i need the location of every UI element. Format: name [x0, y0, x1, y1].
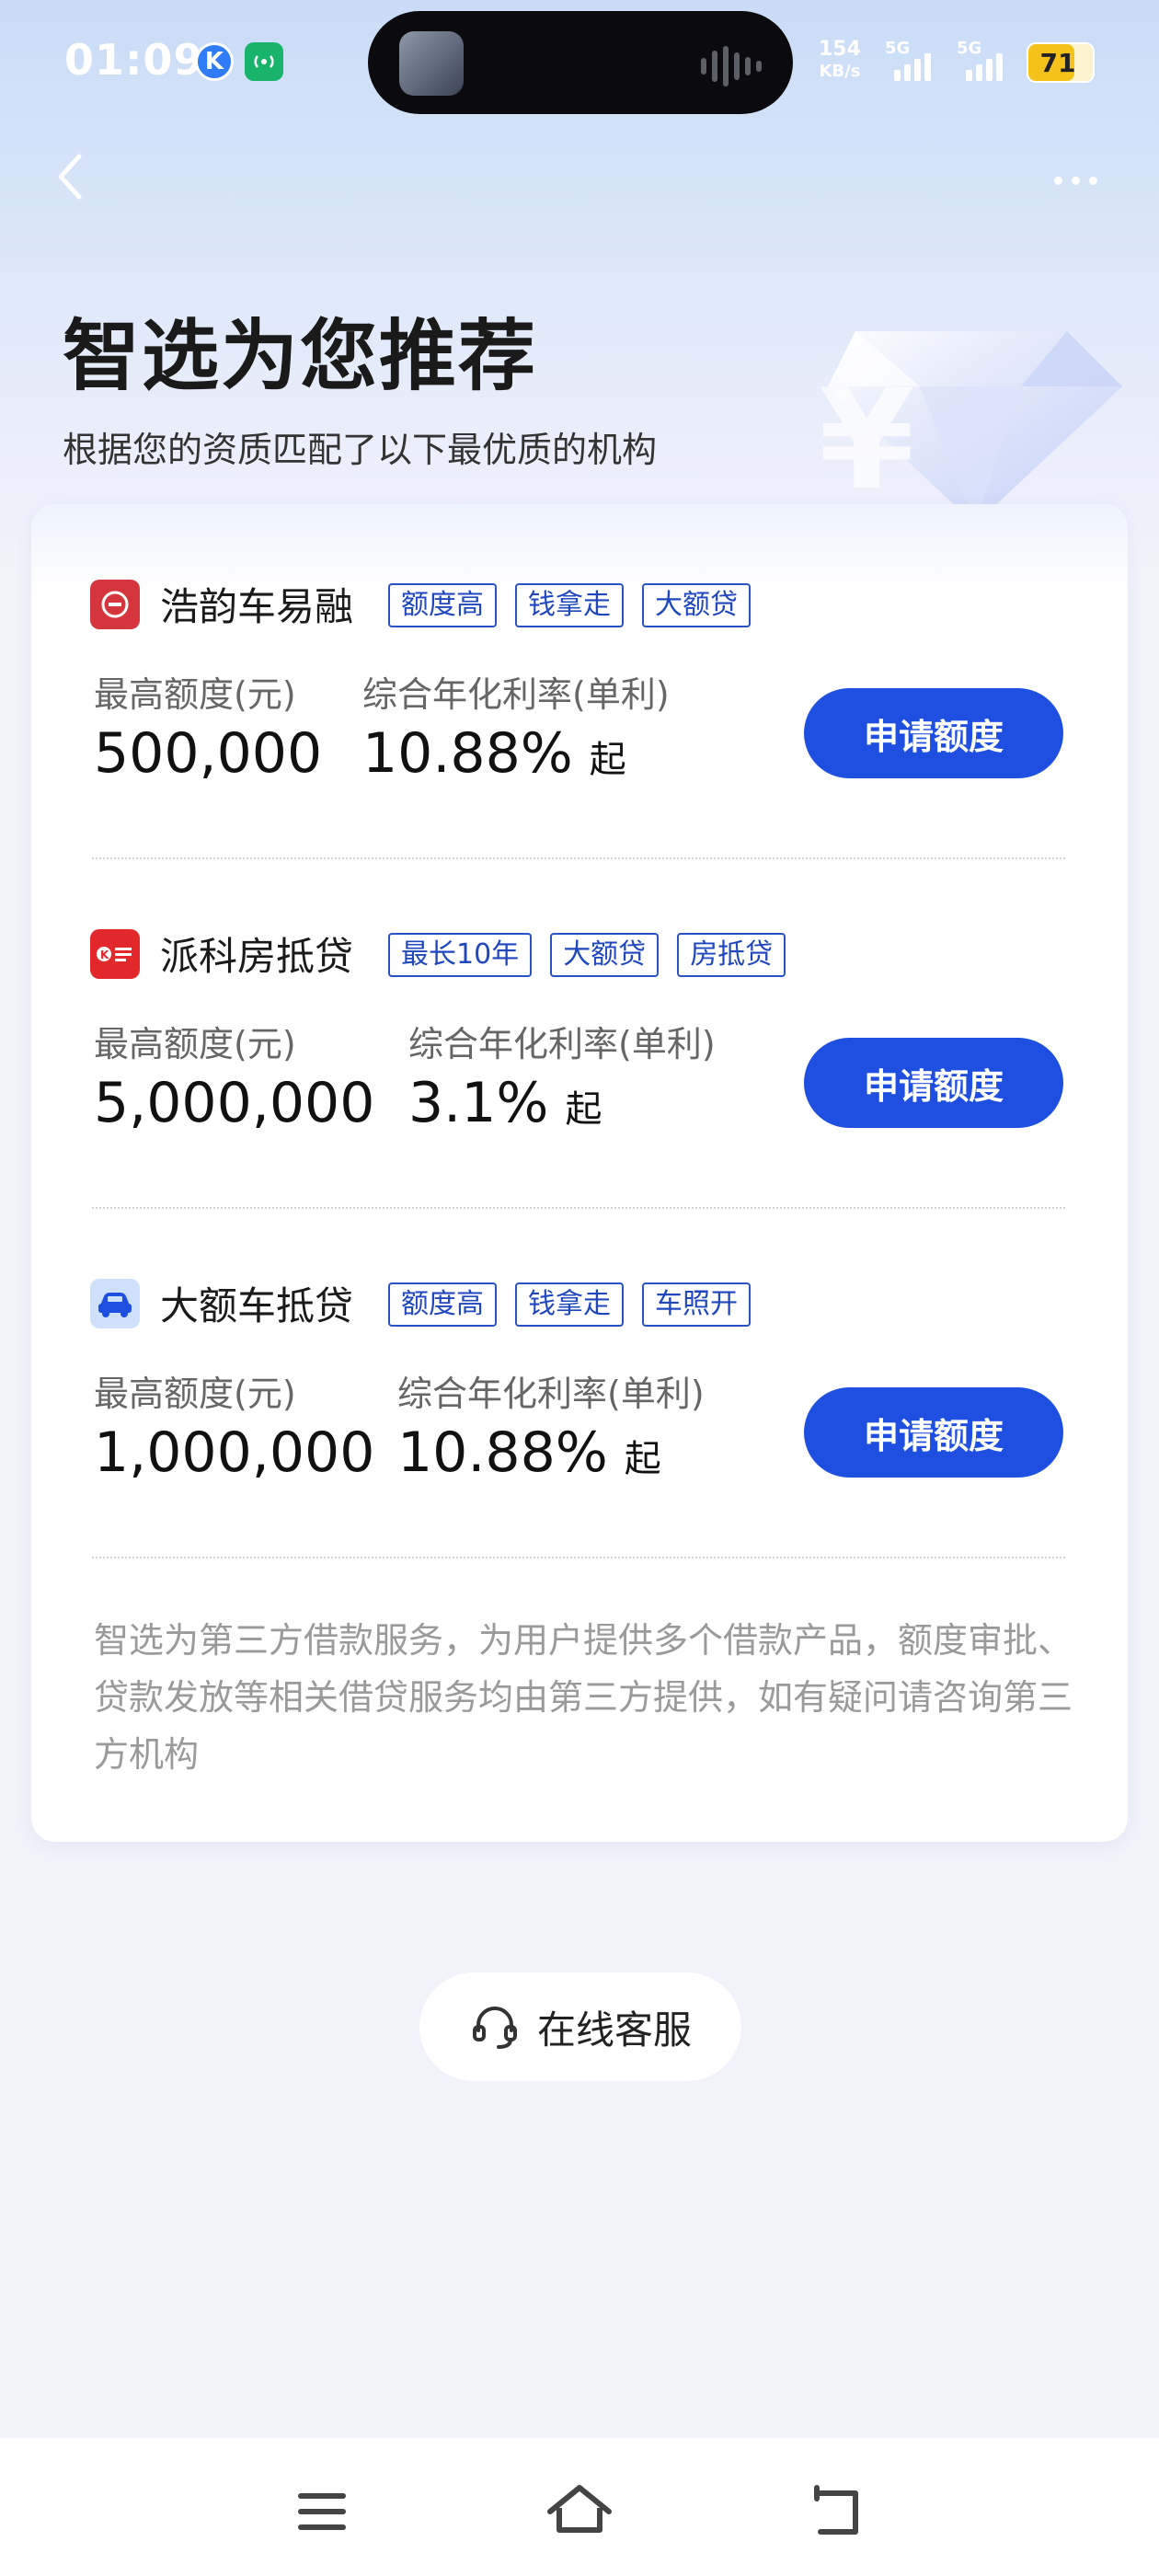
divider [92, 1557, 1065, 1558]
product-tag: 额度高 [388, 1282, 497, 1327]
signal-1-label: 5G [885, 39, 911, 58]
rate-label: 综合年化利率(单利) [397, 1374, 705, 1414]
k-app-icon: K [195, 42, 234, 81]
rate-value: 10.88% 起 [362, 721, 626, 786]
rate-number: 10.88% [397, 1420, 608, 1485]
product-tag: 最长10年 [388, 933, 533, 977]
back-button[interactable] [52, 149, 107, 213]
network-speed: 154 KB/s [819, 39, 861, 83]
apply-button[interactable]: 申请额度 [804, 1387, 1063, 1478]
signal-icon-1: 5G [885, 39, 931, 81]
online-service-button[interactable]: 在线客服 [419, 1972, 741, 2081]
max-amount-label: 最高额度(元) [94, 1374, 296, 1414]
rate-value: 10.88% 起 [397, 1420, 661, 1485]
product-item: 浩韵车易融 额度高 钱拿走 大额贷 最高额度(元) 500,000 综合年化利率… [31, 504, 1128, 854]
apply-button[interactable]: 申请额度 [804, 688, 1063, 778]
rate-value: 3.1% 起 [408, 1071, 602, 1135]
svg-text:¥: ¥ [819, 361, 914, 521]
max-amount-value: 1,000,000 [94, 1420, 375, 1485]
chevron-left-icon [58, 154, 82, 200]
disclaimer-text: 智选为第三方借款服务，为用户提供多个借款产品，额度审批、贷款发放等相关借贷服务均… [94, 1620, 1073, 1775]
max-amount-value: 5,000,000 [94, 1071, 375, 1135]
more-dot-icon [1072, 176, 1080, 185]
product-name: 派科房抵贷 [160, 934, 354, 979]
status-time: 01:09 [64, 35, 204, 85]
media-thumbnail [399, 31, 464, 96]
audio-wave-icon [701, 46, 762, 86]
rate-label: 综合年化利率(单利) [362, 674, 670, 715]
more-dot-icon [1054, 176, 1062, 185]
online-service-label: 在线客服 [536, 2007, 692, 2053]
product-tags: 额度高 钱拿走 大额贷 [388, 583, 751, 627]
recommendation-card: 浩韵车易融 额度高 钱拿走 大额贷 最高额度(元) 500,000 综合年化利率… [31, 504, 1128, 1842]
apply-button[interactable]: 申请额度 [804, 1038, 1063, 1128]
headset-icon [472, 2007, 517, 2049]
car-logo-icon [90, 1279, 140, 1328]
svg-text:K: K [100, 949, 109, 961]
paike-logo-icon: K [90, 929, 140, 979]
product-tag: 车照开 [642, 1282, 751, 1327]
product-name: 大额车抵贷 [160, 1283, 354, 1328]
network-speed-unit: KB/s [819, 62, 861, 81]
product-tag: 房抵贷 [677, 933, 786, 977]
product-item: K 派科房抵贷 最长10年 大额贷 房抵贷 最高额度(元) 5,000,000 … [31, 854, 1128, 1203]
hotspot-icon [245, 42, 283, 81]
rate-number: 10.88% [362, 721, 573, 786]
rate-label: 综合年化利率(单利) [408, 1024, 716, 1064]
dynamic-island [368, 11, 793, 114]
product-name: 浩韵车易融 [160, 584, 354, 629]
max-amount-label: 最高额度(元) [94, 1024, 296, 1064]
more-dot-icon [1089, 176, 1097, 185]
home-icon [547, 2485, 612, 2533]
product-tag: 大额贷 [642, 583, 751, 627]
network-speed-value: 154 [819, 38, 861, 61]
return-button[interactable] [800, 2475, 874, 2548]
signal-icon-2: 5G [957, 39, 1003, 81]
rate-suffix: 起 [565, 1088, 602, 1131]
product-tag: 额度高 [388, 583, 497, 627]
system-navigation-bar [0, 2438, 1159, 2576]
menu-button[interactable] [285, 2475, 359, 2548]
page-title: 智选为您推荐 [63, 311, 538, 401]
product-tag: 钱拿走 [515, 583, 624, 627]
max-amount-label: 最高额度(元) [94, 674, 296, 715]
home-button[interactable] [543, 2475, 616, 2548]
rate-suffix: 起 [624, 1438, 661, 1480]
status-bar: 01:09 K 154 KB/s 5G 5G 71 [0, 0, 1159, 129]
more-options-button[interactable] [1054, 162, 1119, 199]
rate-suffix: 起 [589, 739, 626, 781]
max-amount-value: 500,000 [94, 721, 323, 786]
page-subtitle: 根据您的资质匹配了以下最优质的机构 [63, 430, 658, 470]
product-tag: 钱拿走 [515, 1282, 624, 1327]
rate-number: 3.1% [408, 1071, 549, 1135]
battery-icon: 71 [1027, 42, 1095, 83]
battery-level: 71 [1039, 47, 1076, 78]
return-icon [814, 2485, 858, 2535]
haoyun-logo-icon [90, 580, 140, 629]
signal-2-label: 5G [957, 39, 982, 58]
product-tags: 最长10年 大额贷 房抵贷 [388, 933, 786, 977]
product-item: 大额车抵贷 额度高 钱拿走 车照开 最高额度(元) 1,000,000 综合年化… [31, 1203, 1128, 1553]
diamond-yuan-illustration: ¥ [819, 331, 1122, 524]
product-tag: 大额贷 [550, 933, 660, 977]
product-tags: 额度高 钱拿走 车照开 [388, 1282, 751, 1327]
menu-icon [298, 2493, 346, 2530]
